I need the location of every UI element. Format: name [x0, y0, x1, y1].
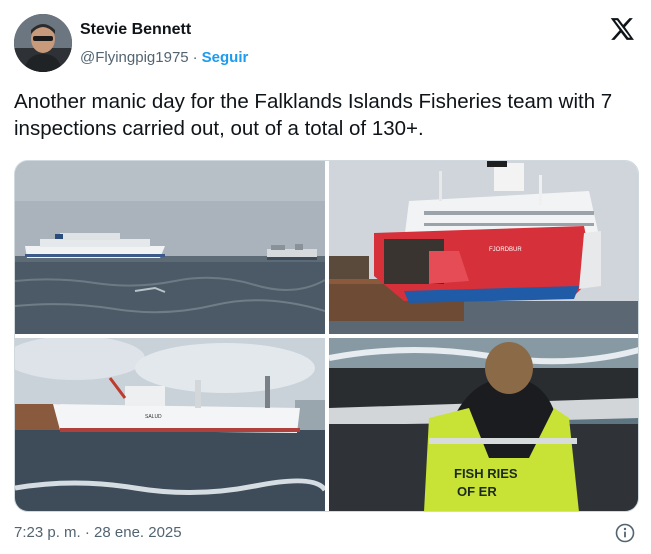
- author-display-name[interactable]: Stevie Bennett: [80, 20, 248, 40]
- photo-2-hull-text: FJORDBUR: [489, 247, 522, 253]
- author-handle[interactable]: @Flyingpig1975: [80, 49, 189, 66]
- timestamp-link[interactable]: 7:23 p. m. · 28 ene. 2025: [14, 524, 182, 541]
- photo-4-vest-line-1: FISH RIES: [454, 466, 518, 481]
- photo-3-hull-text: SALUD: [145, 414, 162, 420]
- x-logo-icon[interactable]: [609, 16, 635, 42]
- info-icon[interactable]: [615, 523, 635, 543]
- separator-dot: ·: [192, 49, 198, 66]
- photo-4-vest-line-2: OF ER: [457, 484, 497, 499]
- tweet-text: Another manic day for the Falklands Isla…: [14, 90, 613, 140]
- photo-2[interactable]: FJORDBUR: [329, 161, 638, 334]
- tweet-footer: 7:23 p. m. · 28 ene. 2025: [14, 522, 637, 544]
- avatar[interactable]: [14, 14, 72, 72]
- handle-row: @Flyingpig1975 · Seguir: [80, 48, 248, 68]
- follow-button[interactable]: Seguir: [202, 49, 249, 66]
- photo-4[interactable]: FISH RIES OF ER: [329, 338, 638, 511]
- photo-1[interactable]: [15, 161, 325, 334]
- photo-3[interactable]: SALUD: [15, 338, 325, 511]
- user-block: Stevie Bennett @Flyingpig1975 · Seguir: [80, 20, 248, 68]
- tweet-header: Stevie Bennett @Flyingpig1975 · Seguir: [14, 14, 637, 74]
- media-grid: FJORDBUR SALUD FISH RIES OF ER: [14, 160, 639, 512]
